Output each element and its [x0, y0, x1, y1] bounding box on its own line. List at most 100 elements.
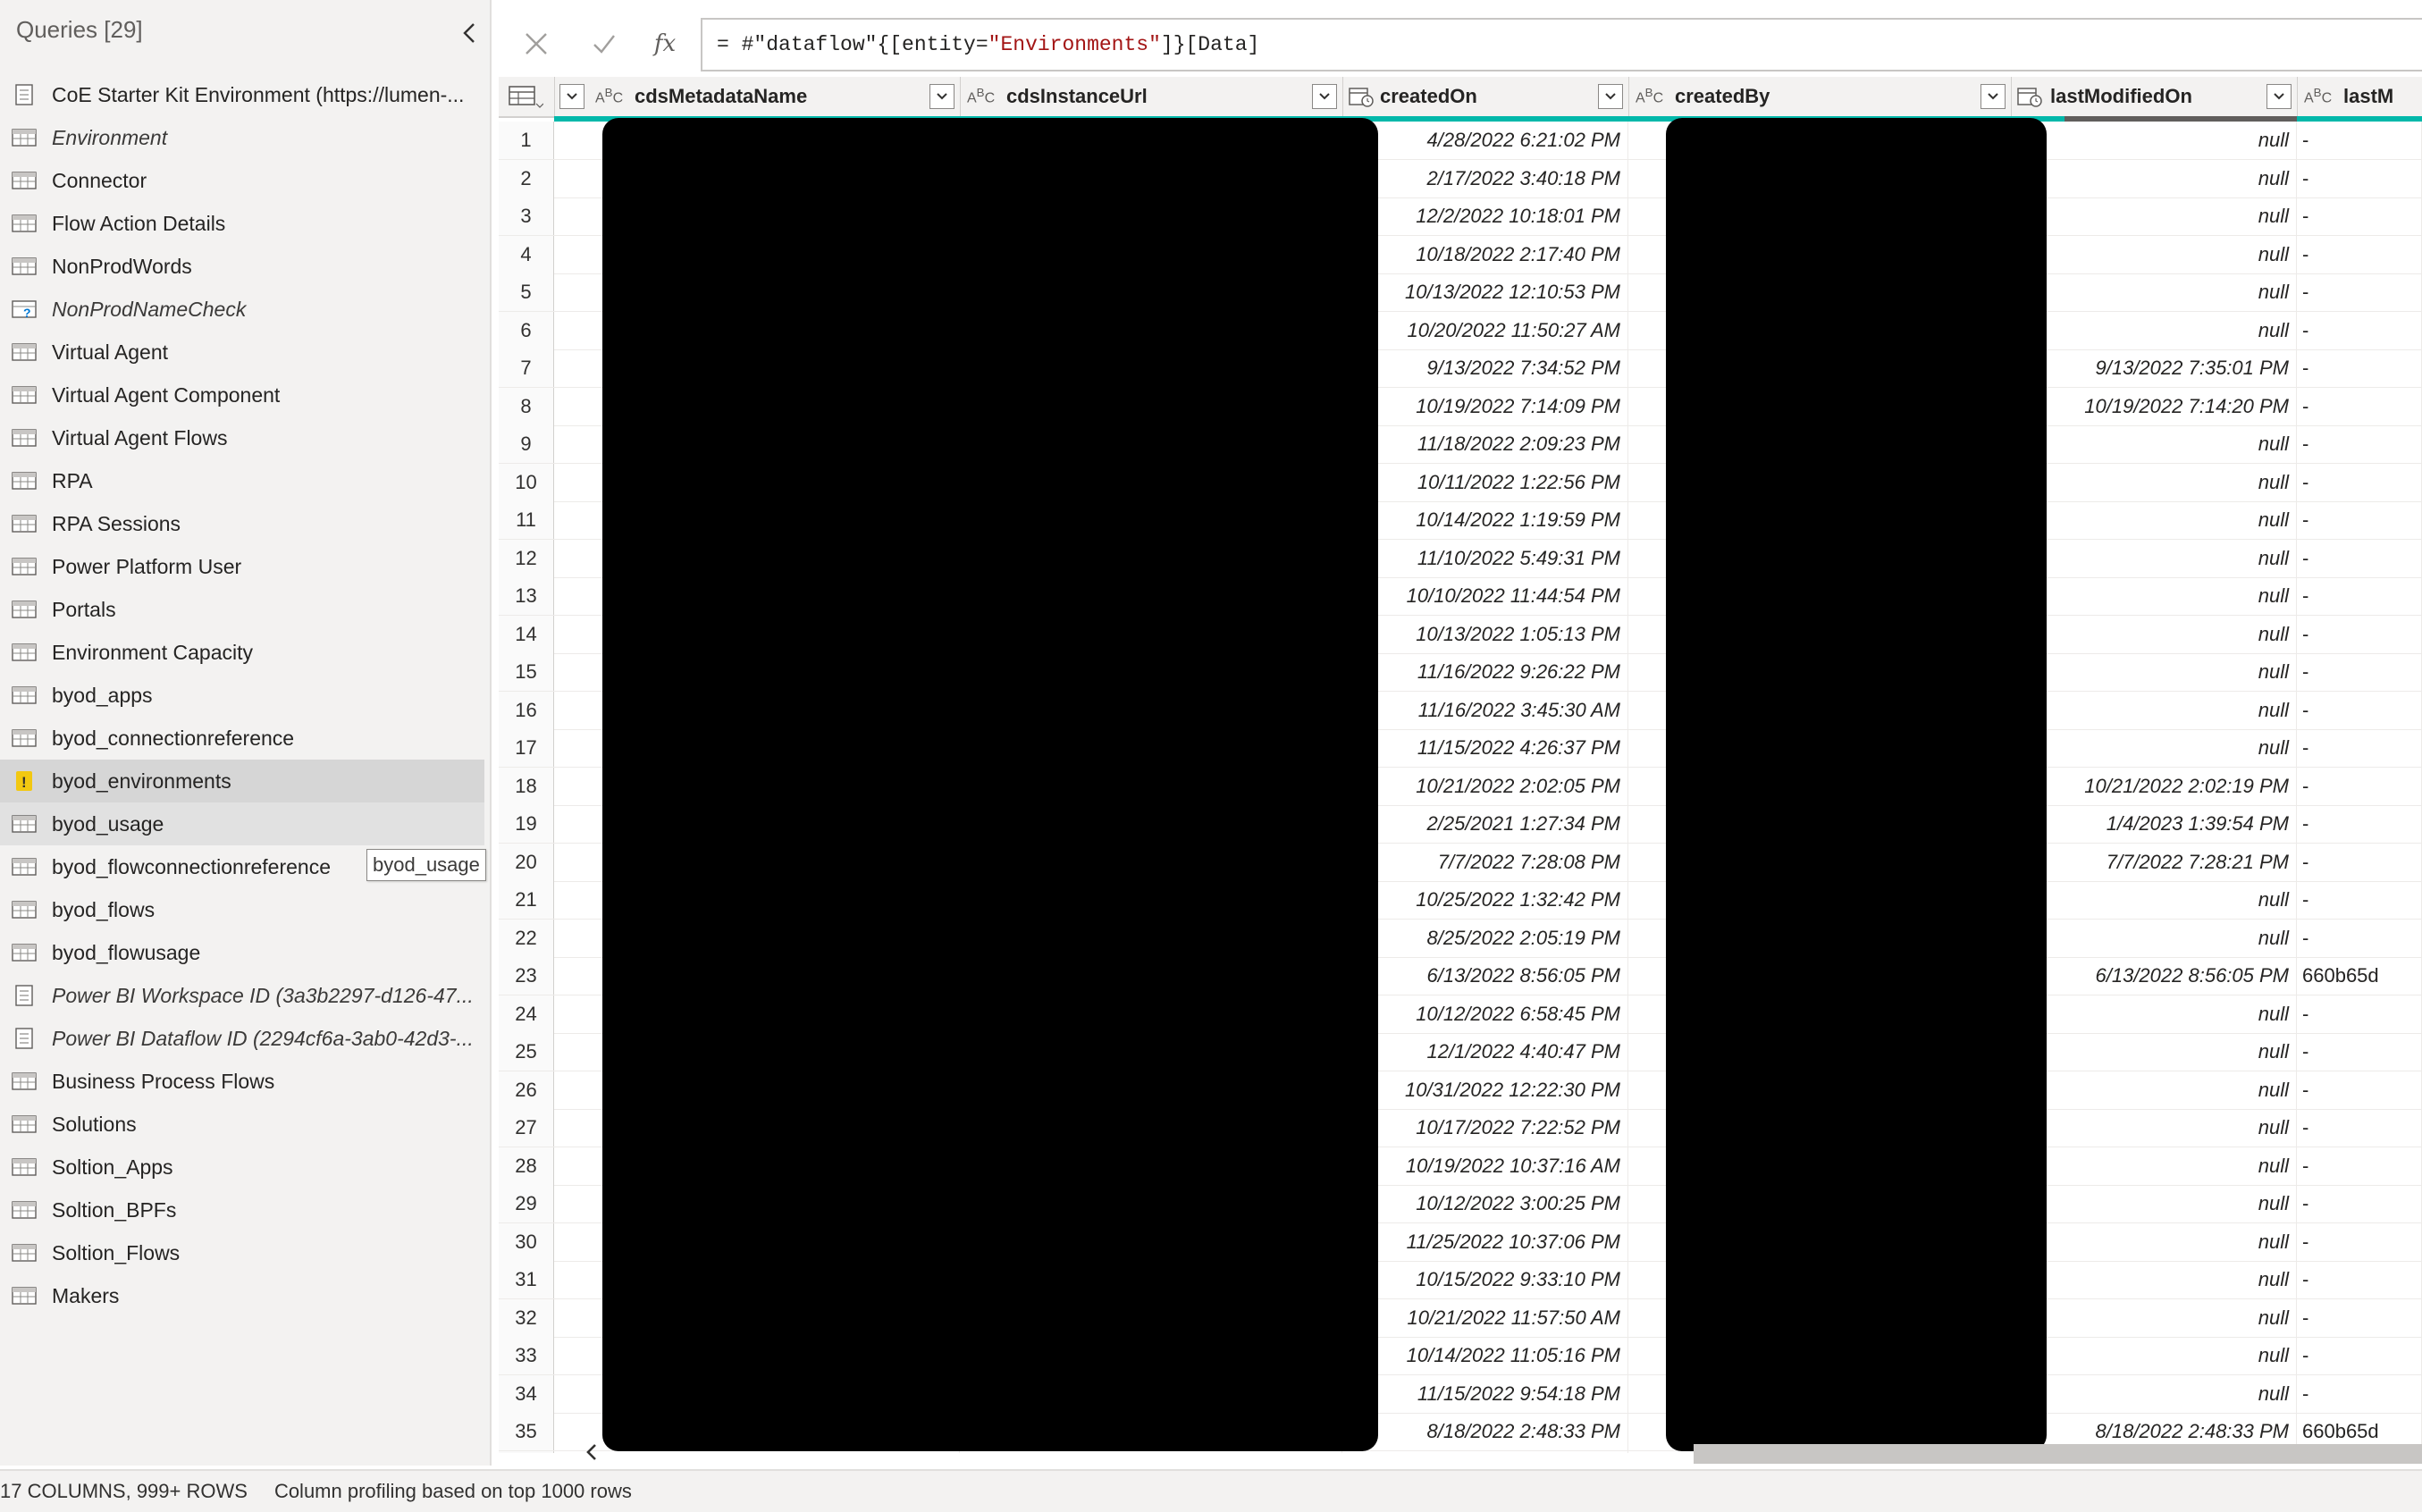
cell-lastModifiedOn[interactable]: null [2011, 159, 2297, 197]
cell-lastM[interactable]: - [2297, 1071, 2422, 1109]
cell-lastM[interactable]: - [2297, 273, 2422, 311]
cell-lastModifiedOn[interactable]: null [2011, 1147, 2297, 1185]
horizontal-scrollbar-thumb[interactable] [1694, 1444, 2422, 1464]
cell-lastModifiedOn[interactable]: null [2011, 235, 2297, 273]
column-filter-button[interactable] [929, 84, 955, 109]
column-header-createdBy[interactable]: ABC createdBy [1628, 77, 2012, 116]
query-item[interactable]: Environment Capacity [0, 631, 490, 674]
query-item[interactable]: byod_connectionreference [0, 717, 490, 760]
cell-lastM[interactable]: - [2297, 1109, 2422, 1147]
cell-createdOn[interactable]: 4/28/2022 6:21:02 PM [1342, 122, 1628, 159]
query-item[interactable]: Soltion_Apps [0, 1146, 490, 1189]
query-item[interactable]: Solutions [0, 1103, 490, 1146]
cell-createdOn[interactable] [1342, 1450, 1628, 1453]
query-item[interactable]: RPA Sessions [0, 502, 490, 545]
cell-lastM[interactable]: - [2297, 501, 2422, 539]
query-item[interactable]: Soltion_BPFs [0, 1189, 490, 1231]
query-item[interactable]: Soltion_Flows [0, 1231, 490, 1274]
query-item[interactable]: Power Platform User [0, 545, 490, 588]
cell-createdOn[interactable]: 11/16/2022 3:45:30 AM [1342, 691, 1628, 729]
cell-createdOn[interactable]: 10/11/2022 1:22:56 PM [1342, 463, 1628, 501]
cell-lastM[interactable]: - [2297, 1374, 2422, 1413]
cell-createdOn[interactable]: 11/10/2022 5:49:31 PM [1342, 539, 1628, 577]
query-item[interactable]: Virtual Agent Flows [0, 416, 490, 459]
cell-lastM[interactable]: - [2297, 463, 2422, 501]
cell-createdOn[interactable]: 10/10/2022 11:44:54 PM [1342, 577, 1628, 615]
row-number[interactable]: 17 [499, 729, 554, 767]
cell-lastModifiedOn[interactable]: null [2011, 501, 2297, 539]
cell-lastM[interactable]: - [2297, 653, 2422, 691]
cell-createdOn[interactable]: 6/13/2022 8:56:05 PM [1342, 957, 1628, 995]
row-number[interactable]: 19 [499, 805, 554, 843]
cell-lastModifiedOn[interactable]: null [2011, 1298, 2297, 1337]
cell-createdOn[interactable]: 10/17/2022 7:22:52 PM [1342, 1109, 1628, 1147]
cell-lastM[interactable]: - [2297, 1222, 2422, 1261]
cell-lastModifiedOn[interactable]: null [2011, 577, 2297, 615]
query-item[interactable]: Connector [0, 159, 490, 202]
row-number[interactable]: 32 [499, 1298, 554, 1337]
text-type-icon[interactable]: ABC [1636, 86, 1663, 106]
cell-createdOn[interactable]: 10/12/2022 3:00:25 PM [1342, 1185, 1628, 1222]
cell-createdOn[interactable]: 10/14/2022 1:19:59 PM [1342, 501, 1628, 539]
cell-lastM[interactable]: - [2297, 691, 2422, 729]
cell-lastModifiedOn[interactable]: null [2011, 1222, 2297, 1261]
commit-button[interactable] [583, 23, 626, 64]
cell-lastModifiedOn[interactable]: null [2011, 691, 2297, 729]
cell-lastM[interactable]: - [2297, 539, 2422, 577]
cell-createdOn[interactable]: 11/25/2022 10:37:06 PM [1342, 1222, 1628, 1261]
query-item[interactable]: Business Process Flows [0, 1060, 490, 1103]
cell-lastModifiedOn[interactable]: 7/7/2022 7:28:21 PM [2011, 843, 2297, 881]
query-item[interactable]: CoE Starter Kit Environment (https://lum… [0, 73, 490, 116]
row-number[interactable]: 23 [499, 957, 554, 995]
cell-lastModifiedOn[interactable]: 10/21/2022 2:02:19 PM [2011, 767, 2297, 805]
cell-createdOn[interactable]: 10/21/2022 2:02:05 PM [1342, 767, 1628, 805]
row-number[interactable]: 18 [499, 767, 554, 805]
row-number[interactable]: 16 [499, 691, 554, 729]
cell-createdOn[interactable]: 11/15/2022 4:26:37 PM [1342, 729, 1628, 767]
cell-createdOn[interactable]: 8/18/2022 2:48:33 PM [1342, 1413, 1628, 1450]
scroll-left-button[interactable] [581, 1441, 602, 1464]
row-number[interactable]: 1 [499, 122, 554, 159]
cell-createdOn[interactable]: 11/15/2022 9:54:18 PM [1342, 1374, 1628, 1413]
cell-createdOn[interactable]: 10/19/2022 7:14:09 PM [1342, 387, 1628, 425]
cell-lastModifiedOn[interactable]: null [2011, 1185, 2297, 1222]
query-item[interactable]: byod_flowusage [0, 931, 490, 974]
row-number[interactable]: 30 [499, 1222, 554, 1261]
row-number[interactable]: 24 [499, 995, 554, 1033]
row-number[interactable]: 20 [499, 843, 554, 881]
cell-createdOn[interactable]: 10/12/2022 6:58:45 PM [1342, 995, 1628, 1033]
text-type-icon[interactable]: ABC [967, 86, 995, 106]
query-item[interactable]: Power BI Workspace ID (3a3b2297-d126-47.… [0, 974, 490, 1017]
row-number[interactable]: 31 [499, 1261, 554, 1298]
cell-lastModifiedOn[interactable]: 10/19/2022 7:14:20 PM [2011, 387, 2297, 425]
column-filter-button[interactable] [1980, 84, 2006, 109]
cell-createdOn[interactable]: 10/13/2022 1:05:13 PM [1342, 615, 1628, 653]
row-number[interactable]: 7 [499, 349, 554, 387]
cell-createdOn[interactable]: 10/14/2022 11:05:16 PM [1342, 1337, 1628, 1374]
cell-createdOn[interactable]: 9/13/2022 7:34:52 PM [1342, 349, 1628, 387]
query-item[interactable]: Virtual Agent [0, 331, 490, 374]
cell-lastModifiedOn[interactable]: 6/13/2022 8:56:05 PM [2011, 957, 2297, 995]
row-number[interactable]: 35 [499, 1413, 554, 1450]
cell-lastModifiedOn[interactable]: null [2011, 122, 2297, 159]
cell-lastM[interactable]: - [2297, 122, 2422, 159]
row-number[interactable]: 3 [499, 197, 554, 235]
collapse-pane-button[interactable] [458, 20, 481, 46]
row-number[interactable]: 6 [499, 311, 554, 349]
cell-lastM[interactable]: 660b65d [2297, 957, 2422, 995]
column-header-cdsInstanceUrl[interactable]: ABC cdsInstanceUrl [960, 77, 1343, 116]
cell-lastM[interactable]: - [2297, 1337, 2422, 1374]
row-number[interactable]: 9 [499, 425, 554, 463]
cell-lastModifiedOn[interactable]: null [2011, 463, 2297, 501]
cell-lastM[interactable]: - [2297, 349, 2422, 387]
text-type-icon[interactable]: ABC [595, 86, 623, 106]
cell-lastModifiedOn[interactable]: null [2011, 1261, 2297, 1298]
cell-lastM[interactable]: - [2297, 767, 2422, 805]
row-number[interactable]: 25 [499, 1033, 554, 1071]
row-number[interactable]: 15 [499, 653, 554, 691]
table-menu-button[interactable] [499, 77, 555, 116]
query-item[interactable]: Environment [0, 116, 490, 159]
cell-lastModifiedOn[interactable]: null [2011, 197, 2297, 235]
cell-lastM[interactable]: - [2297, 1147, 2422, 1185]
cell-lastModifiedOn[interactable]: 9/13/2022 7:35:01 PM [2011, 349, 2297, 387]
